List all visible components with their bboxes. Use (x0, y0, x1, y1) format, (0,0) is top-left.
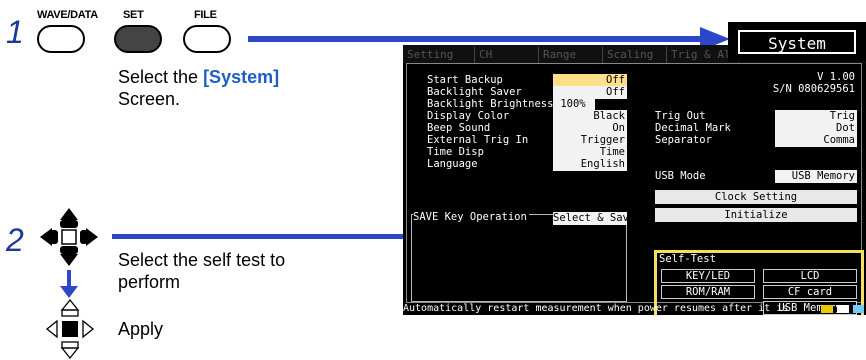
apply-key-icon[interactable] (45, 298, 95, 360)
status-indicators-icon (821, 305, 864, 313)
setting-value[interactable]: English (553, 158, 627, 171)
step-2-instruction: Select the self test to perform (118, 250, 286, 292)
key-led-test-button[interactable]: KEY/LED (661, 269, 755, 283)
step-1-instruction: Select the [System] Screen. (118, 66, 358, 110)
status-bar: Automatically restart measurement when p… (403, 303, 789, 314)
arrow-to-system (248, 36, 708, 42)
setting-label: Separator (655, 134, 712, 146)
usb-mode-label: USB Mode (655, 170, 706, 182)
step-1-text-pre: Select the (118, 67, 204, 87)
wave-data-key-label: WAVE/DATA (37, 9, 98, 21)
file-key-label: FILE (194, 9, 217, 21)
self-test-title: Self-Test (659, 253, 716, 265)
set-key-label: SET (123, 9, 144, 21)
usb-mode-value[interactable]: USB Memory (775, 170, 857, 183)
file-key[interactable] (183, 25, 231, 53)
system-tab[interactable]: System (738, 30, 856, 54)
step-1-text-post: Screen. (118, 89, 181, 109)
set-key[interactable] (114, 25, 162, 53)
lcd-test-button[interactable]: LCD (763, 269, 857, 283)
direction-keys-icon[interactable] (38, 206, 100, 268)
tab-ch[interactable]: CH (475, 47, 539, 63)
settings-panel: V 1.00 S/N 080629561 Start Backup Off Ba… (406, 63, 864, 315)
cf-card-test-button[interactable]: CF card (763, 285, 857, 299)
apply-label: Apply (118, 319, 164, 339)
wave-data-key[interactable] (37, 25, 85, 53)
save-key-box (411, 214, 627, 302)
rom-ram-test-button[interactable]: ROM/RAM (661, 285, 755, 299)
setting-label: Language (427, 158, 478, 170)
save-key-value[interactable]: Select & Save (553, 212, 627, 225)
system-screen: Setting CH Range Scaling Trig & Alm V 1.… (403, 45, 866, 315)
step-1-number: 1 (6, 14, 24, 50)
clock-setting-button[interactable]: Clock Setting (655, 190, 857, 204)
tab-setting[interactable]: Setting (403, 47, 475, 63)
system-screen-link: [System] (203, 67, 280, 87)
step-2-number: 2 (6, 222, 24, 258)
system-tab-highlight: System (728, 22, 866, 62)
serial-number: S/N 080629561 (772, 83, 855, 95)
tab-range[interactable]: Range (539, 47, 603, 63)
initialize-button[interactable]: Initialize (655, 208, 857, 222)
save-key-label: SAVE Key Operation (413, 210, 529, 224)
down-arrow-icon (60, 270, 78, 298)
tab-scaling[interactable]: Scaling (603, 47, 667, 63)
setting-value[interactable]: Comma (775, 134, 857, 147)
